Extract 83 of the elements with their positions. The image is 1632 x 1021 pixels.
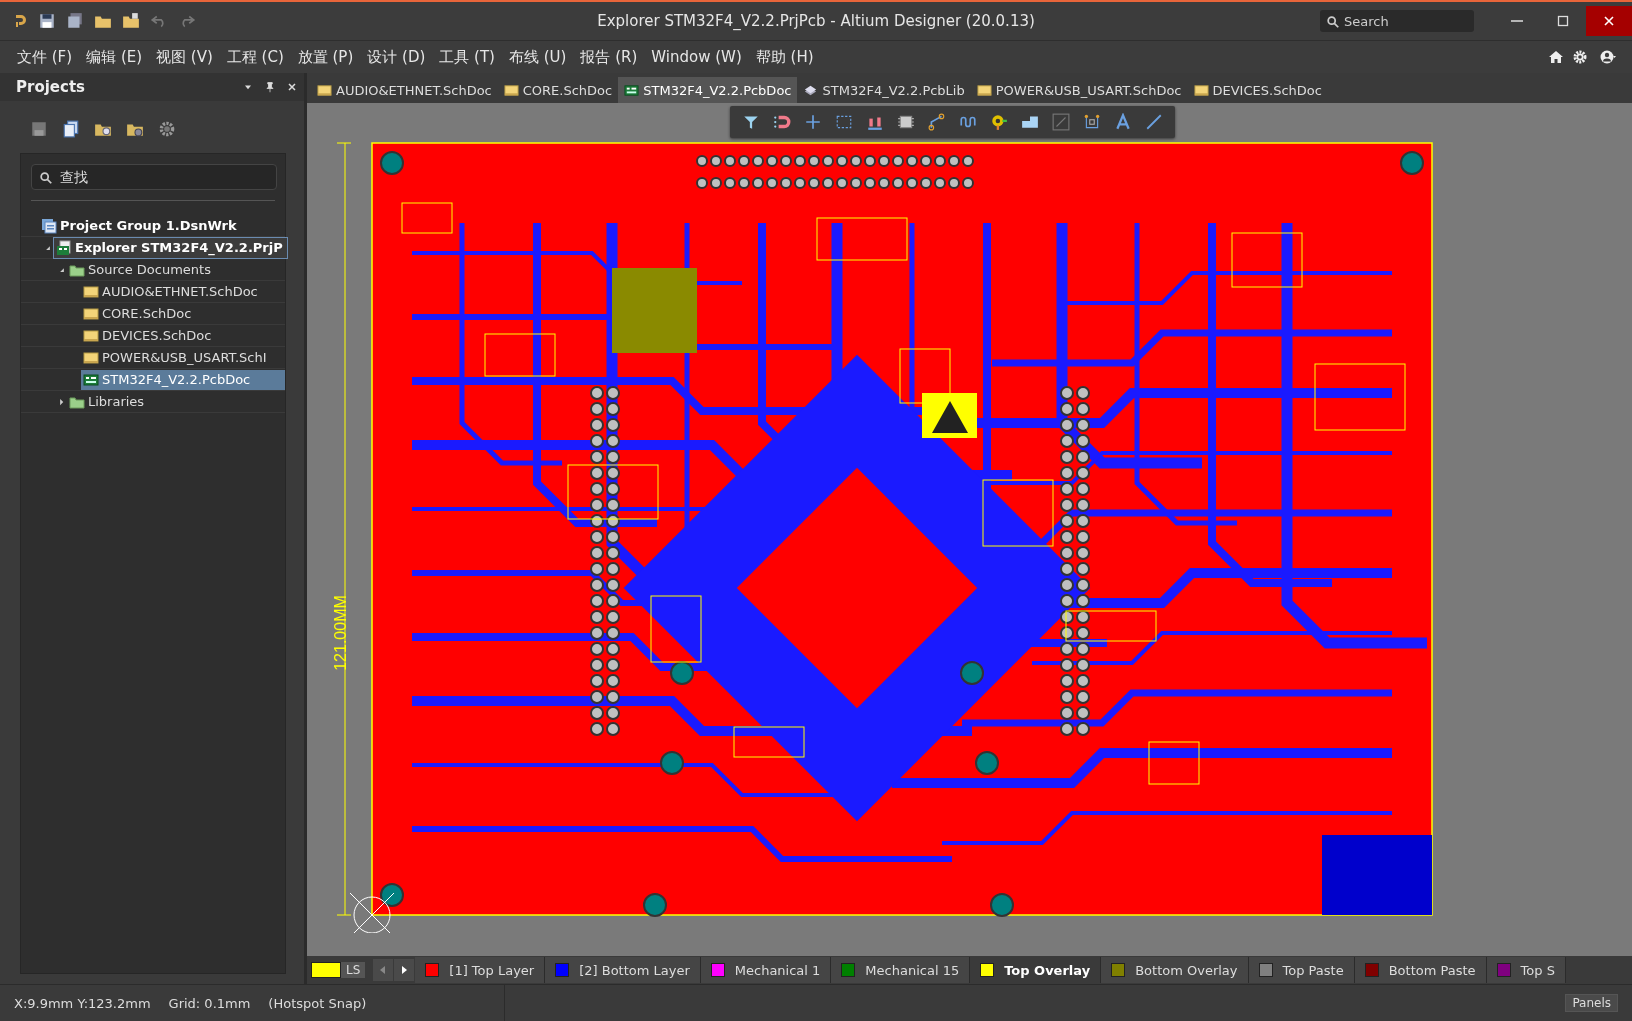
pin-icon[interactable] bbox=[264, 81, 276, 93]
search-icon bbox=[39, 171, 53, 185]
document-tab[interactable]: AUDIO&ETHNET.SchDoc bbox=[311, 77, 498, 103]
schematic-document-icon bbox=[1193, 82, 1209, 98]
menu-item[interactable]: 视图 (V) bbox=[149, 43, 220, 71]
layer-tab[interactable]: Top Paste bbox=[1248, 957, 1355, 983]
layer-tab[interactable]: [1] Top Layer bbox=[415, 957, 546, 983]
route-icon[interactable] bbox=[928, 113, 946, 131]
close-icon[interactable] bbox=[286, 81, 298, 93]
right-arrow-icon bbox=[400, 965, 409, 975]
tree-item[interactable]: Project Group 1.DsnWrk bbox=[39, 215, 285, 236]
chip-icon[interactable] bbox=[897, 113, 915, 131]
tree-item[interactable]: STM32F4_V2.2.PcbDoc bbox=[81, 369, 285, 390]
current-layer-swatch[interactable] bbox=[311, 962, 341, 978]
tree-item[interactable]: DEVICES.SchDoc bbox=[81, 325, 285, 346]
schematic-document-icon bbox=[83, 283, 99, 300]
line-tool-icon[interactable] bbox=[1145, 113, 1163, 131]
pcb-document-icon bbox=[624, 82, 640, 98]
schematic-document-icon bbox=[503, 82, 519, 98]
maximize-icon bbox=[1555, 13, 1571, 29]
schematic-document-icon bbox=[83, 305, 99, 322]
selection-rectangle-icon[interactable] bbox=[835, 113, 853, 131]
menu-item[interactable]: 工程 (C) bbox=[219, 43, 291, 71]
documents-icon[interactable] bbox=[62, 120, 80, 138]
save-icon[interactable] bbox=[38, 12, 56, 30]
settings-icon[interactable] bbox=[158, 120, 176, 138]
layer-tab[interactable]: Bottom Paste bbox=[1354, 957, 1487, 983]
project-group-icon bbox=[41, 217, 57, 234]
next-layer-button[interactable] bbox=[394, 959, 415, 981]
menu-item[interactable]: 文件 (F) bbox=[10, 43, 80, 71]
polygon-icon[interactable] bbox=[1021, 113, 1039, 131]
menu-item[interactable]: 工具 (T) bbox=[432, 43, 502, 71]
tree-item[interactable]: Explorer STM32F4_V2.2.PrjP bbox=[53, 236, 288, 259]
menu-item[interactable]: Window (W) bbox=[644, 44, 749, 70]
tree-item[interactable]: AUDIO&ETHNET.SchDoc bbox=[81, 281, 285, 302]
layer-tab[interactable]: [2] Bottom Layer bbox=[545, 957, 701, 983]
document-tab[interactable]: CORE.SchDoc bbox=[497, 77, 619, 103]
layer-tab[interactable]: Mechanical 15 bbox=[831, 957, 971, 983]
filter-icon[interactable] bbox=[742, 113, 760, 131]
layer-tab[interactable]: Mechanical 1 bbox=[700, 957, 832, 983]
dimension-label: 121.00MM bbox=[332, 595, 350, 671]
pcb-document-icon bbox=[83, 371, 99, 388]
open-project-icon[interactable] bbox=[122, 12, 140, 30]
search-field[interactable]: 查找 bbox=[31, 164, 277, 190]
menu-item[interactable]: 放置 (P) bbox=[290, 43, 361, 71]
magnet-icon[interactable] bbox=[773, 113, 791, 131]
panel-title: Projects bbox=[16, 78, 85, 96]
schematic-document-icon bbox=[317, 82, 332, 98]
layer-set-button[interactable]: LS bbox=[341, 962, 366, 978]
document-tab[interactable]: STM32F4_V2.2.PcbDoc bbox=[618, 77, 798, 103]
left-arrow-icon bbox=[379, 965, 388, 975]
document-tab[interactable]: POWER&USB_USART.SchDoc bbox=[970, 77, 1188, 103]
snap-mode: (Hotspot Snap) bbox=[268, 995, 367, 1011]
tree-item[interactable]: CORE.SchDoc bbox=[81, 303, 285, 324]
tree-item[interactable]: POWER&USB_USART.SchI bbox=[81, 347, 285, 368]
panels-button[interactable]: Panels bbox=[1565, 994, 1618, 1012]
grid-size: Grid: 0.1mm bbox=[168, 995, 251, 1011]
text-tool-icon[interactable] bbox=[1114, 113, 1132, 131]
save-all-icon[interactable] bbox=[66, 12, 84, 30]
menu-item[interactable]: 布线 (U) bbox=[501, 43, 574, 71]
crosshair-icon[interactable] bbox=[804, 113, 822, 131]
cursor-coordinates: X:9.9mm Y:123.2mm bbox=[14, 995, 151, 1011]
schematic-document-icon bbox=[83, 327, 99, 344]
menu-item[interactable]: 编辑 (E) bbox=[79, 43, 150, 71]
search-field[interactable]: Search bbox=[1320, 10, 1474, 32]
tree-item[interactable]: Libraries bbox=[67, 391, 285, 412]
menu-item[interactable]: 帮助 (H) bbox=[748, 43, 821, 71]
document-tab[interactable]: STM32F4_V2.2.PcbLib bbox=[797, 77, 971, 103]
tree-item[interactable]: Source Documents bbox=[67, 259, 285, 280]
via-icon[interactable] bbox=[990, 113, 1008, 131]
search-icon bbox=[1326, 15, 1340, 29]
layer-tab[interactable]: Bottom Overlay bbox=[1101, 957, 1249, 983]
dimension-icon[interactable] bbox=[1083, 113, 1101, 131]
schematic-document-icon bbox=[83, 349, 99, 366]
home-icon[interactable] bbox=[1548, 49, 1564, 65]
window-title: Explorer STM32F4_V2.2.PrjPcb - Altium Designer (20.0.13) bbox=[597, 12, 1035, 30]
menu-item[interactable]: 报告 (R) bbox=[573, 43, 645, 71]
project-icon bbox=[56, 239, 72, 256]
menu-item[interactable]: 设计 (D) bbox=[360, 43, 433, 71]
layer-tab[interactable]: Top S bbox=[1486, 957, 1566, 983]
minimize-icon bbox=[1511, 20, 1523, 22]
schematic-document-icon bbox=[976, 82, 992, 98]
document-tab[interactable]: DEVICES.SchDoc bbox=[1187, 77, 1328, 103]
